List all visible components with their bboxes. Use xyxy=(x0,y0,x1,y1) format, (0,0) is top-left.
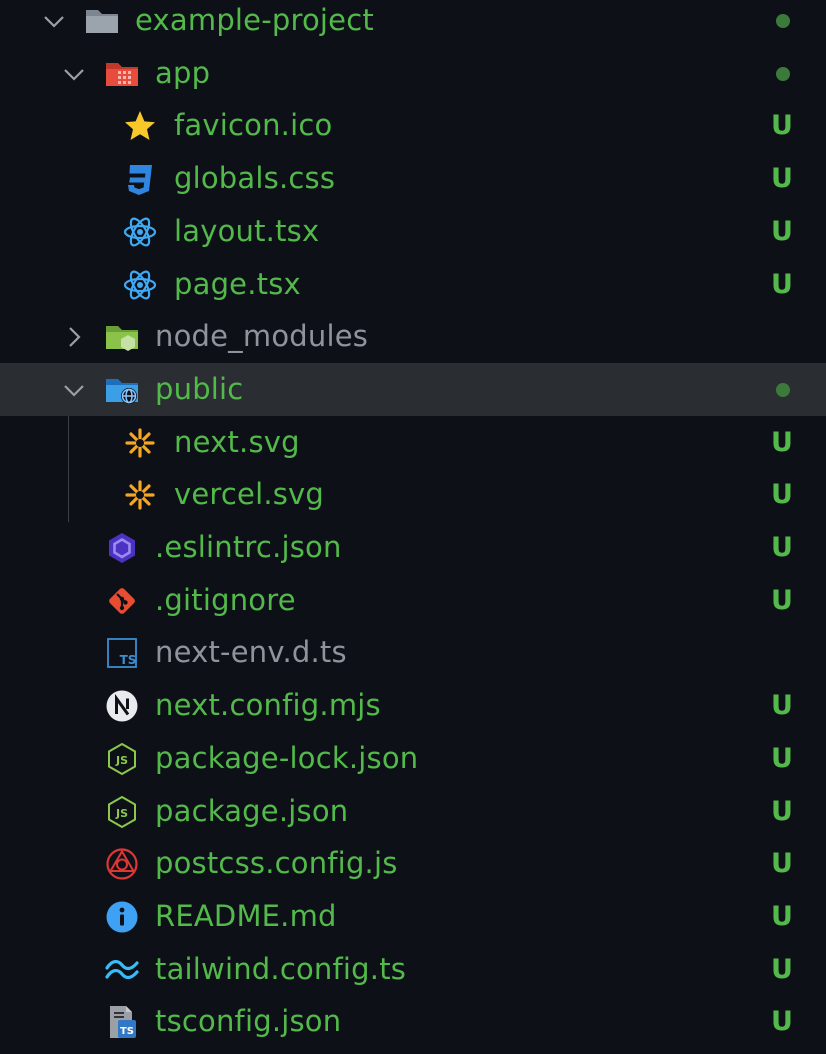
modified-dot-indicator xyxy=(776,66,790,81)
folder-row-public[interactable]: public xyxy=(0,363,826,416)
chevron-down-icon[interactable] xyxy=(40,7,68,35)
file-row-vercel-svg[interactable]: vercel.svg U xyxy=(0,468,826,521)
eslint-icon xyxy=(104,530,140,566)
tailwind-icon xyxy=(104,952,140,988)
git-status-badge: U xyxy=(771,110,793,141)
file-row-package-lock-json[interactable]: JS package-lock.json U xyxy=(0,732,826,785)
file-name-label: tailwind.config.ts xyxy=(155,952,407,986)
chevron-right-icon[interactable] xyxy=(60,323,88,351)
file-name-label: vercel.svg xyxy=(174,477,325,511)
file-name-label: package-lock.json xyxy=(155,741,419,775)
file-row-package-json[interactable]: JS package.json U xyxy=(0,785,826,838)
git-status-badge: U xyxy=(771,901,793,932)
file-name-label: layout.tsx xyxy=(174,214,320,248)
info-icon xyxy=(104,899,140,935)
file-name-label: package.json xyxy=(155,794,349,828)
file-row-tsconfig-json[interactable]: TS tsconfig.json U xyxy=(0,995,826,1048)
folder-row-node-modules[interactable]: node_modules xyxy=(0,310,826,363)
file-name-label: globals.css xyxy=(174,161,336,195)
file-name-label: app xyxy=(155,56,211,90)
svg-text:JS: JS xyxy=(115,754,128,767)
git-status-badge: U xyxy=(771,1006,793,1037)
file-name-label: tsconfig.json xyxy=(155,1004,342,1038)
file-row-layout-tsx[interactable]: layout.tsx U xyxy=(0,205,826,258)
tsconfig-icon: TS xyxy=(104,1004,140,1040)
modified-dot-indicator xyxy=(776,13,790,28)
file-name-label: .gitignore xyxy=(155,583,296,617)
nodejs-icon: JS xyxy=(104,741,140,777)
git-status-badge: U xyxy=(771,479,793,510)
git-status-badge: U xyxy=(771,269,793,300)
file-name-label: .eslintrc.json xyxy=(155,530,342,564)
svg-text:TS: TS xyxy=(120,1026,134,1037)
file-row-favicon-ico[interactable]: favicon.ico U xyxy=(0,99,826,152)
react-icon xyxy=(122,214,158,250)
typescript-icon: TS xyxy=(104,635,140,671)
svg-icon xyxy=(122,477,158,513)
file-row-gitignore[interactable]: .gitignore U xyxy=(0,574,826,627)
git-status-badge: U xyxy=(771,690,793,721)
file-name-label: README.md xyxy=(155,899,337,933)
modified-dot-indicator xyxy=(776,382,790,397)
app-folder-icon xyxy=(104,56,140,92)
nextjs-icon xyxy=(104,688,140,724)
public-folder-icon xyxy=(104,372,140,408)
postcss-icon xyxy=(104,846,140,882)
git-status-badge: U xyxy=(771,796,793,827)
git-status-badge: U xyxy=(771,163,793,194)
git-status-badge: U xyxy=(771,743,793,774)
git-status-badge: U xyxy=(771,532,793,563)
star-icon xyxy=(122,108,158,144)
file-name-label: next.svg xyxy=(174,425,300,459)
nodejs-icon: JS xyxy=(104,794,140,830)
git-status-badge: U xyxy=(771,585,793,616)
file-name-label: favicon.ico xyxy=(174,108,333,142)
git-status-badge: U xyxy=(771,216,793,247)
folder-row-example-project[interactable]: example-project xyxy=(0,0,826,47)
node-folder-icon xyxy=(104,319,140,355)
file-row-eslintrc-json[interactable]: .eslintrc.json U xyxy=(0,521,826,574)
file-row-next-config-mjs[interactable]: next.config.mjs U xyxy=(0,679,826,732)
css-icon xyxy=(122,161,158,197)
git-status-badge: U xyxy=(771,954,793,985)
file-name-label: next-env.d.ts xyxy=(155,635,347,669)
file-row-next-svg[interactable]: next.svg U xyxy=(0,416,826,469)
chevron-down-icon[interactable] xyxy=(60,376,88,404)
git-icon xyxy=(104,583,140,619)
svg-text:TS: TS xyxy=(120,653,137,667)
folder-icon xyxy=(84,3,120,39)
file-row-page-tsx[interactable]: page.tsx U xyxy=(0,258,826,311)
file-row-next-env-d-ts[interactable]: TS next-env.d.ts xyxy=(0,626,826,679)
file-explorer: example-project app favicon.ico Uglobals.cs… xyxy=(0,0,826,1054)
file-name-label: page.tsx xyxy=(174,267,301,301)
file-row-readme-md[interactable]: README.md U xyxy=(0,890,826,943)
svg-text:JS: JS xyxy=(115,807,128,820)
git-status-badge: U xyxy=(771,427,793,458)
chevron-down-icon[interactable] xyxy=(60,60,88,88)
file-name-label: public xyxy=(155,372,244,406)
file-name-label: node_modules xyxy=(155,319,369,353)
file-name-label: next.config.mjs xyxy=(155,688,381,722)
git-status-badge: U xyxy=(771,848,793,879)
svg-icon xyxy=(122,425,158,461)
react-icon xyxy=(122,267,158,303)
file-name-label: postcss.config.js xyxy=(155,846,398,880)
file-row-tailwind-config-ts[interactable]: tailwind.config.ts U xyxy=(0,943,826,996)
file-row-globals-css[interactable]: globals.css U xyxy=(0,152,826,205)
file-row-postcss-config-js[interactable]: postcss.config.js U xyxy=(0,837,826,890)
file-name-label: example-project xyxy=(135,3,374,37)
folder-row-app[interactable]: app xyxy=(0,47,826,100)
